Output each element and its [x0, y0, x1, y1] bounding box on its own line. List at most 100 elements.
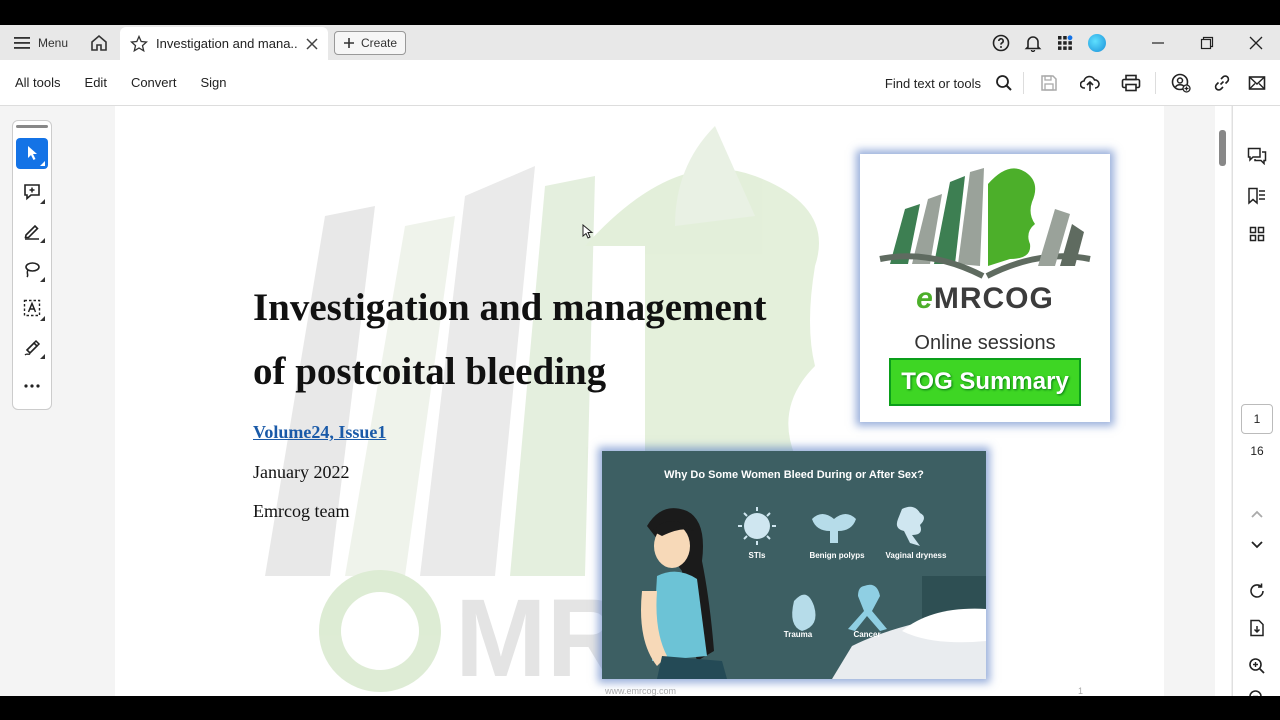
infographic-card: Why Do Some Women Bleed During or After … — [602, 451, 986, 679]
menu-button[interactable]: Menu — [0, 25, 82, 60]
tab-title: Investigation and mana... — [156, 36, 298, 51]
rotate-icon — [1250, 583, 1264, 598]
rotate-button[interactable] — [1233, 577, 1280, 605]
create-label: Create — [361, 36, 398, 50]
zoom-in-button[interactable] — [1233, 652, 1280, 680]
star-icon[interactable] — [130, 34, 148, 53]
infographic-illustration — [641, 506, 986, 679]
email-button[interactable] — [1242, 60, 1272, 106]
pen-icon — [24, 224, 39, 240]
tool-corner — [40, 199, 45, 205]
chevron-down-icon — [1251, 541, 1263, 549]
home-icon — [91, 34, 107, 51]
scrollbar-thumb[interactable] — [1219, 130, 1226, 166]
online-sessions-label: Online sessions — [914, 332, 1056, 354]
wordmark-mrcog: MRCOG — [933, 282, 1054, 315]
label-cancer: Cancer — [853, 630, 881, 639]
share-user-button[interactable] — [1160, 60, 1201, 106]
more-dots-icon — [24, 384, 40, 388]
lasso-icon — [25, 262, 40, 278]
notifications-button[interactable] — [1017, 25, 1049, 60]
vertical-scrollbar[interactable] — [1215, 106, 1231, 696]
find-text-or-tools[interactable]: Find text or tools — [885, 76, 981, 91]
tool-corner — [40, 160, 45, 166]
pdf-page[interactable]: MRCOG Investigation and management of po… — [115, 106, 1164, 696]
select-tool[interactable] — [16, 137, 48, 169]
total-pages: 16 — [1250, 444, 1264, 458]
help-button[interactable] — [985, 25, 1017, 60]
cursor-icon — [28, 146, 37, 161]
menu-label: Menu — [38, 35, 69, 50]
bookmarks-button[interactable] — [1233, 182, 1280, 210]
print-button[interactable] — [1110, 60, 1151, 106]
mail-icon — [1248, 76, 1266, 90]
toolbar-right: Find text or tools — [885, 60, 1272, 106]
home-button[interactable] — [82, 25, 116, 60]
volume-link[interactable]: Volume24, Issue1 — [253, 422, 386, 443]
publication-date: January 2022 — [253, 462, 350, 482]
printer-icon — [1121, 74, 1140, 92]
highlight-tool[interactable] — [16, 215, 48, 246]
apps-grid-icon — [1058, 34, 1073, 50]
close-icon — [1249, 36, 1262, 49]
restore-button[interactable] — [1182, 25, 1231, 60]
save-button[interactable] — [1028, 60, 1069, 106]
draw-tool[interactable] — [16, 254, 48, 285]
avatar — [1088, 33, 1106, 52]
menu-edit[interactable]: Edit — [73, 75, 119, 90]
title-line-1: Investigation and management — [253, 286, 767, 329]
zoom-out-icon — [1249, 690, 1262, 696]
comments-button[interactable] — [1233, 142, 1280, 170]
zoom-in-icon — [1249, 658, 1265, 674]
fill-sign-tool[interactable] — [16, 332, 48, 363]
emrcog-logo-card: eMRCOG Online sessions TOG Summary — [860, 154, 1110, 422]
menu-all-tools[interactable]: All tools — [0, 75, 73, 90]
close-tab-icon[interactable] — [306, 37, 318, 50]
label-stis: STIs — [748, 551, 766, 560]
search-icon — [996, 75, 1012, 91]
wordmark-e: e — [916, 282, 934, 315]
label-vaginal-dryness: Vaginal dryness — [885, 551, 947, 560]
document-tab[interactable]: Investigation and mana... — [120, 27, 328, 60]
menu-convert[interactable]: Convert — [119, 75, 189, 90]
menu-sign[interactable]: Sign — [188, 75, 238, 90]
zoom-out-button[interactable] — [1233, 684, 1280, 696]
close-window-button[interactable] — [1231, 25, 1280, 60]
tool-corner — [40, 315, 45, 321]
next-page-button[interactable] — [1233, 531, 1280, 559]
document-title: Investigation and management of postcoit… — [253, 276, 853, 404]
label-benign-polyps: Benign polyps — [809, 551, 865, 560]
open-book-logo — [879, 168, 1091, 279]
tool-corner — [40, 354, 45, 360]
copy-link-button[interactable] — [1201, 60, 1242, 106]
create-button[interactable]: Create — [334, 31, 407, 55]
thumbnails-button[interactable] — [1233, 220, 1280, 248]
apps-button[interactable] — [1049, 25, 1081, 60]
text-recognition-tool[interactable] — [16, 293, 48, 324]
mouse-cursor-icon — [582, 224, 594, 239]
cloud-upload-icon — [1079, 75, 1100, 91]
drag-handle[interactable] — [16, 125, 48, 128]
grid-icon — [1249, 226, 1265, 242]
search-button[interactable] — [989, 60, 1019, 106]
label-trauma: Trauma — [783, 630, 813, 639]
chevron-up-icon — [1251, 510, 1263, 518]
right-panel: 1 16 — [1232, 106, 1280, 696]
plus-icon — [344, 38, 354, 48]
previous-page-button[interactable] — [1233, 500, 1280, 528]
window-controls-area — [985, 25, 1280, 60]
profile-button[interactable] — [1081, 25, 1113, 60]
add-user-icon — [1171, 73, 1191, 93]
upload-button[interactable] — [1069, 60, 1110, 106]
more-tools-button[interactable] — [16, 370, 48, 401]
page-margin — [1164, 106, 1215, 696]
add-comment-icon — [24, 184, 40, 201]
author: Emrcog team — [253, 501, 350, 521]
extract-page-button[interactable] — [1233, 614, 1280, 642]
hamburger-icon — [14, 36, 30, 49]
current-page-input[interactable]: 1 — [1241, 404, 1273, 434]
minimize-button[interactable] — [1133, 25, 1182, 60]
document-arrow-icon — [1250, 619, 1264, 637]
help-icon — [992, 34, 1010, 51]
comment-tool[interactable] — [16, 177, 48, 208]
